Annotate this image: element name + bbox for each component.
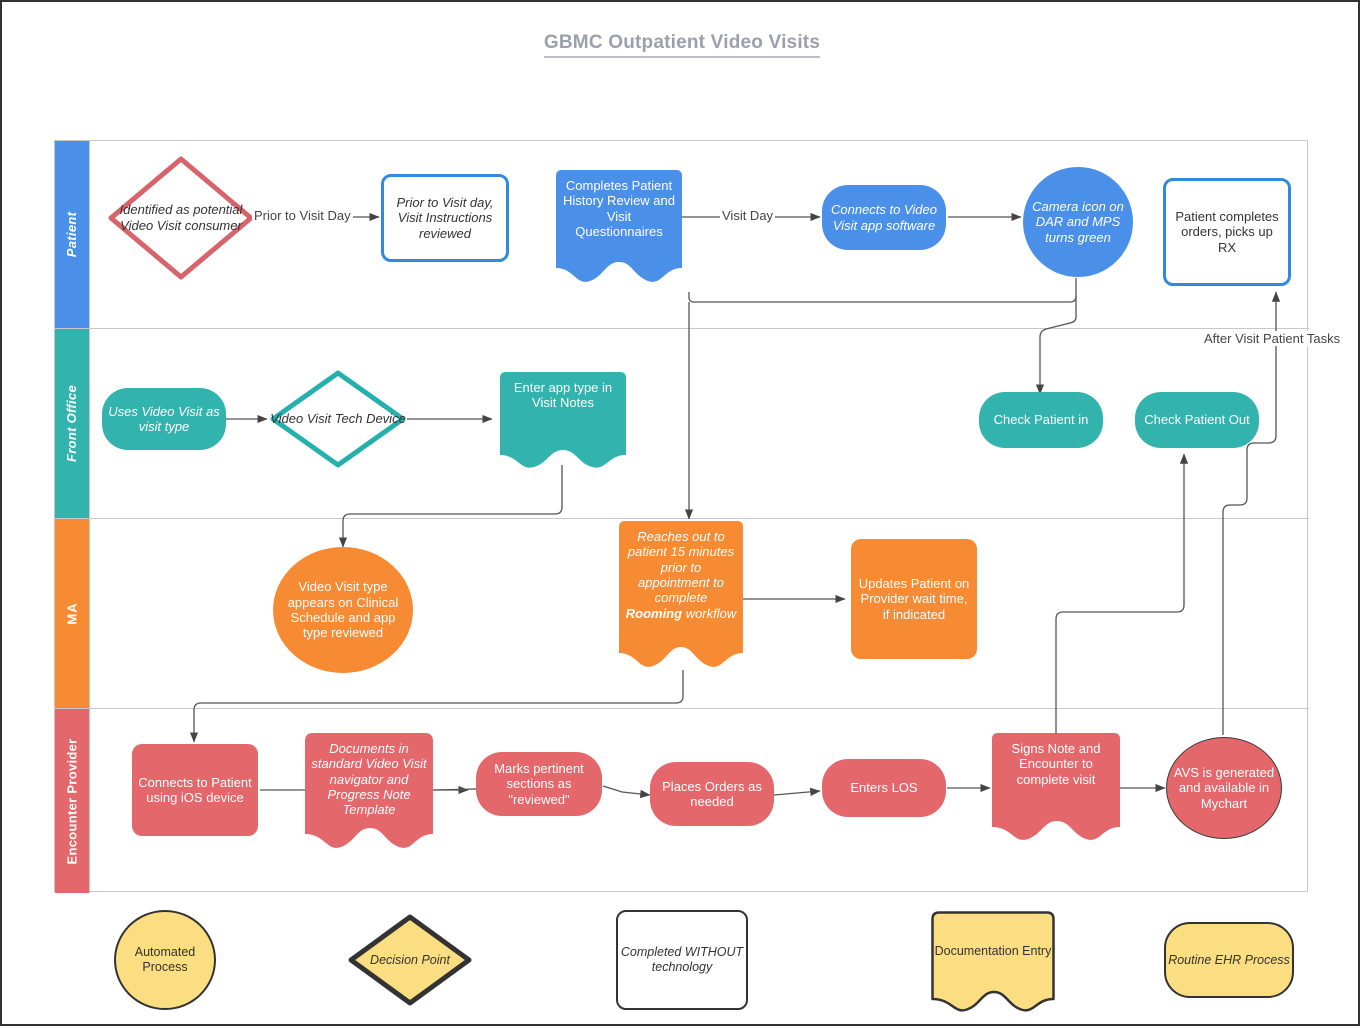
node-video-visit-type-appears-on-schedule[interactable]: Video Visit type appears on Clinical Sch… xyxy=(273,547,413,673)
node-updates-patient-on-wait-time[interactable]: Updates Patient on Provider wait time, i… xyxy=(851,539,977,659)
node-label: Signs Note and Encounter to complete vis… xyxy=(1011,741,1101,787)
page-title: GBMC Outpatient Video Visits xyxy=(2,32,1360,58)
legend-automated-process[interactable]: Automated Process xyxy=(114,910,216,1010)
legend-routine-ehr-process[interactable]: Routine EHR Process xyxy=(1164,922,1294,998)
node-label-bold: Rooming xyxy=(625,605,683,621)
node-connects-to-patient-ios[interactable]: Connects to Patient using iOS device xyxy=(132,744,258,836)
edge-label-visit-day: Visit Day xyxy=(720,208,776,223)
legend-label: Automated Process xyxy=(134,945,196,974)
swimlane-header-ma: MA xyxy=(55,519,89,708)
node-label-part1: Reaches out to patient 15 minutes prior … xyxy=(627,529,735,606)
swimlane-label-patient: Patient xyxy=(64,211,80,258)
node-completes-patient-history-review[interactable]: Completes Patient History Review and Vis… xyxy=(556,170,682,284)
node-identified-as-potential-video-visit-consumer[interactable]: Identified as potential Video Visit cons… xyxy=(106,154,256,282)
edge-label-prior-to-visit-day: Prior to Visit Day xyxy=(252,208,353,223)
node-check-patient-in[interactable]: Check Patient in xyxy=(979,392,1103,448)
node-label: Patient completes orders, picks up RX xyxy=(1175,209,1279,255)
node-label: AVS is generated and available in Mychar… xyxy=(1173,765,1275,811)
swimlane-header-front-office: Front Office xyxy=(55,329,89,518)
node-uses-video-visit-as-visit-type[interactable]: Uses Video Visit as visit type xyxy=(102,388,226,450)
node-marks-pertinent-sections-reviewed[interactable]: Marks pertinent sections as "reviewed" xyxy=(476,752,602,816)
node-label: Check Patient Out xyxy=(1144,412,1250,428)
legend-label: Routine EHR Process xyxy=(1168,952,1290,967)
node-prior-to-visit-day-instructions[interactable]: Prior to Visit day, Visit Instructions r… xyxy=(381,174,509,262)
node-label-part2: workflow xyxy=(685,605,737,621)
node-label: Video Visit type appears on Clinical Sch… xyxy=(287,579,399,641)
edge-label-after-visit-patient-tasks: After Visit Patient Tasks xyxy=(1202,331,1343,346)
node-label: Check Patient in xyxy=(993,412,1089,428)
node-enters-los[interactable]: Enters LOS xyxy=(822,759,946,817)
node-reaches-out-to-patient-rooming[interactable]: Reaches out to patient 15 minutes prior … xyxy=(619,521,743,671)
swimlane-front-office: Front Office xyxy=(55,329,1309,519)
node-label: Camera icon on DAR and MPS turns green xyxy=(1032,199,1124,245)
node-connects-to-video-visit-app[interactable]: Connects to Video Visit app software xyxy=(822,185,946,250)
node-camera-icon-turns-green[interactable]: Camera icon on DAR and MPS turns green xyxy=(1023,167,1133,277)
node-label: Connects to Video Visit app software xyxy=(831,202,937,233)
flowchart-page: GBMC Outpatient Video Visits Patient Fro… xyxy=(2,2,1358,1024)
node-label: Documents in standard Video Visit naviga… xyxy=(311,741,427,818)
document-shape xyxy=(931,911,1055,1012)
node-label: Connects to Patient using iOS device xyxy=(138,774,252,805)
node-label: Identified as potential Video Visit cons… xyxy=(119,202,243,233)
node-label: Enter app type in Visit Notes xyxy=(513,380,613,411)
legend-documentation-entry[interactable]: Documentation Entry xyxy=(930,910,1056,1014)
node-label: Places Orders as needed xyxy=(662,778,762,809)
node-enter-app-type-in-visit-notes[interactable]: Enter app type in Visit Notes xyxy=(500,372,626,469)
node-label: Prior to Visit day, Visit Instructions r… xyxy=(396,195,494,241)
legend-label: Decision Point xyxy=(370,952,450,967)
node-label: Updates Patient on Provider wait time, i… xyxy=(858,576,970,622)
node-label: Marks pertinent sections as "reviewed" xyxy=(494,761,584,807)
legend-label: Documentation Entry xyxy=(934,943,1052,958)
node-check-patient-out[interactable]: Check Patient Out xyxy=(1135,392,1259,448)
page-title-text: GBMC Outpatient Video Visits xyxy=(543,32,821,58)
edge-label-text: After Visit Patient Tasks xyxy=(1204,331,1341,346)
legend-decision-point[interactable]: Decision Point xyxy=(348,914,472,1006)
node-label: Completes Patient History Review and Vis… xyxy=(563,178,675,239)
legend-completed-without-technology[interactable]: Completed WITHOUT technology xyxy=(616,910,748,1010)
node-label: Video Visit Tech Device xyxy=(270,411,406,427)
node-label: Uses Video Visit as visit type xyxy=(108,403,220,434)
swimlane-label-ma: MA xyxy=(64,602,80,625)
swimlane-label-encounter-provider: Encounter Provider xyxy=(64,737,80,865)
node-documents-in-video-visit-navigator[interactable]: Documents in standard Video Visit naviga… xyxy=(305,733,433,851)
node-label: Reaches out to patient 15 minutes prior … xyxy=(619,521,743,621)
legend-label: Completed WITHOUT technology xyxy=(620,945,744,974)
node-patient-completes-orders[interactable]: Patient completes orders, picks up RX xyxy=(1163,178,1291,286)
node-signs-note-and-encounter[interactable]: Signs Note and Encounter to complete vis… xyxy=(992,733,1120,843)
edge-label-text: Visit Day xyxy=(722,208,774,223)
legend: Automated Process Decision Point Complet… xyxy=(2,897,1360,1022)
edge-label-text: Prior to Visit Day xyxy=(254,208,351,223)
node-video-visit-tech-device[interactable]: Video Visit Tech Device xyxy=(269,369,407,469)
swimlane-header-encounter-provider: Encounter Provider xyxy=(55,709,89,893)
node-label: Enters LOS xyxy=(850,780,918,796)
swimlane-label-front-office: Front Office xyxy=(64,384,80,463)
swimlane-header-patient: Patient xyxy=(55,141,89,328)
node-avs-generated-available-in-mychart[interactable]: AVS is generated and available in Mychar… xyxy=(1166,737,1282,839)
node-places-orders-as-needed[interactable]: Places Orders as needed xyxy=(650,762,774,826)
